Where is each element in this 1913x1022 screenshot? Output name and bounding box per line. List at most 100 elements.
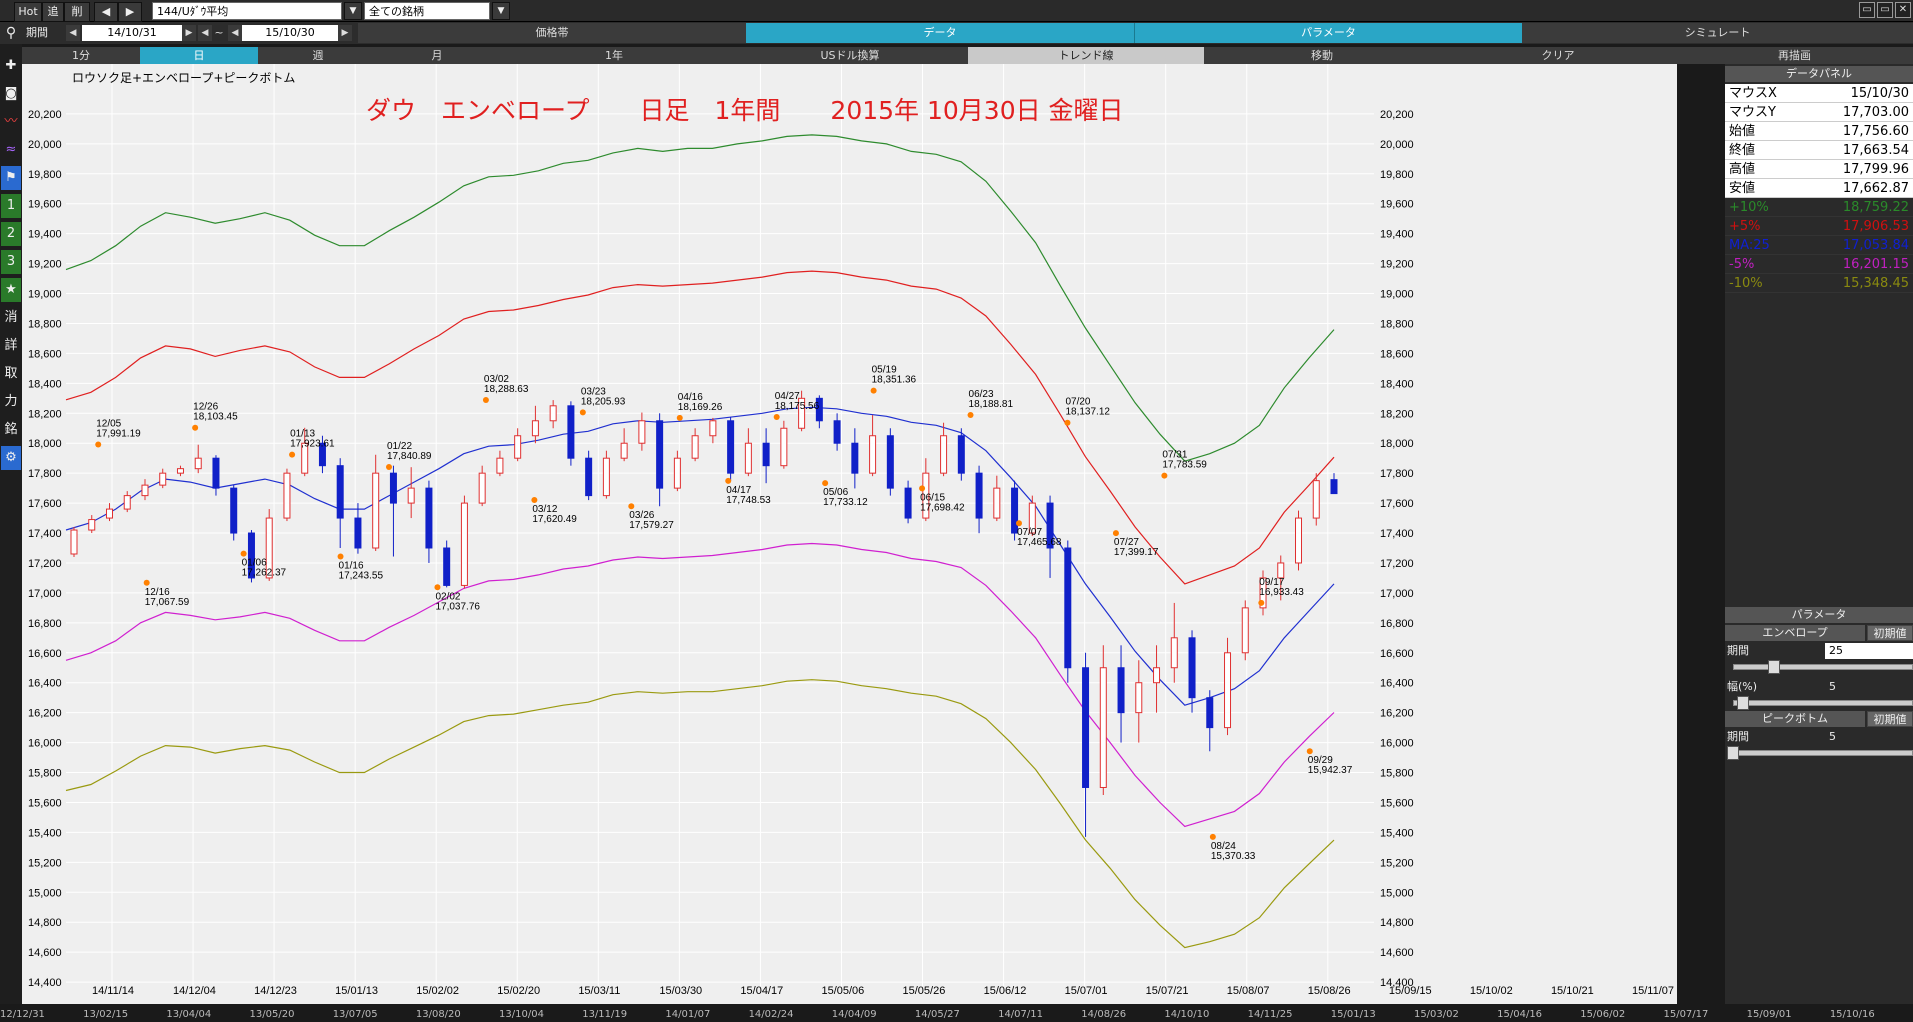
- hot-button[interactable]: Hot: [14, 2, 42, 22]
- data-panel-key: -10%: [1729, 276, 1763, 291]
- tab-simulate[interactable]: シミュレート: [1522, 23, 1913, 43]
- width-param-value[interactable]: 5: [1825, 679, 1913, 695]
- y-tick-label: 18,800: [28, 318, 62, 330]
- search-icon[interactable]: ⚲: [2, 24, 20, 42]
- candle-body: [159, 472, 167, 486]
- prev-date-icon[interactable]: ◀: [198, 25, 212, 41]
- timeline-date-label: 13/07/05: [332, 1009, 378, 1020]
- period-slider[interactable]: [1733, 664, 1913, 670]
- y-tick-label: 16,000: [1380, 738, 1414, 750]
- minimize-icon[interactable]: ▭: [1859, 2, 1875, 18]
- y-tick-label: 19,800: [1380, 169, 1414, 181]
- prev-date-icon[interactable]: ◀: [228, 25, 242, 41]
- delete-button[interactable]: 削: [64, 2, 90, 22]
- y-tick-label: 17,600: [28, 498, 62, 510]
- data-panel-key: MA:25: [1729, 238, 1770, 253]
- prev-date-icon[interactable]: ◀: [66, 25, 80, 41]
- crosshair-icon[interactable]: ✚: [1, 54, 21, 78]
- peak-value-label: 17,620.49: [532, 514, 577, 525]
- peak-marker: [531, 497, 538, 504]
- tab-1year[interactable]: 1年: [496, 47, 733, 64]
- next-date-icon[interactable]: ▶: [338, 25, 352, 41]
- trendline-button[interactable]: トレンド線: [968, 47, 1205, 64]
- trade-button[interactable]: 取: [1, 362, 21, 386]
- tab-daily[interactable]: 日: [140, 47, 259, 64]
- close-icon[interactable]: ✕: [1895, 2, 1911, 18]
- y-tick-label: 18,000: [1380, 438, 1414, 450]
- data-panel-value: 17,703.00: [1842, 105, 1909, 120]
- candle-body: [585, 457, 593, 497]
- peak-value-label: 18,137.12: [1065, 407, 1110, 418]
- candle-body: [1099, 667, 1107, 788]
- candle-body: [407, 487, 415, 504]
- peak-period-slider-handle[interactable]: [1727, 746, 1739, 760]
- peak-period-value[interactable]: 5: [1825, 729, 1913, 745]
- prev-arrow-icon[interactable]: ◀: [94, 2, 118, 22]
- reset-button[interactable]: 初期値: [1867, 711, 1913, 727]
- detail-button[interactable]: 詳: [1, 334, 21, 358]
- next-arrow-icon[interactable]: ▶: [118, 2, 142, 22]
- peak-value-label: 17,923.61: [290, 439, 335, 450]
- width-slider-handle[interactable]: [1737, 696, 1749, 710]
- line-chart-icon[interactable]: 〰: [1, 110, 21, 134]
- tab-data[interactable]: データ: [746, 23, 1134, 43]
- stock-button[interactable]: 銘: [1, 418, 21, 442]
- peak-marker: [386, 464, 392, 471]
- chart-indicator-header: ロウソク足+エンベロープ+ピークボトム: [72, 71, 296, 85]
- star-icon[interactable]: ★: [1, 278, 21, 302]
- date-from-field[interactable]: 14/10/31: [82, 25, 182, 41]
- candle-body: [1224, 652, 1232, 729]
- y-tick-label: 19,600: [28, 199, 62, 211]
- period-slider-handle[interactable]: [1768, 660, 1780, 674]
- timeline-date-label: 15/06/02: [1580, 1009, 1626, 1020]
- date-to-field[interactable]: 15/10/30: [242, 25, 338, 41]
- candle-body: [478, 472, 486, 504]
- peak-marker: [870, 387, 877, 394]
- candle-body: [691, 435, 699, 459]
- chevron-down-icon[interactable]: ▼: [492, 2, 510, 20]
- tab-parameter[interactable]: パラメータ: [1134, 23, 1522, 43]
- tab-1min[interactable]: 1分: [22, 47, 141, 64]
- candle-body: [1206, 697, 1214, 729]
- candle-body: [567, 405, 575, 459]
- wave-icon[interactable]: ≈: [1, 138, 21, 162]
- list-field[interactable]: 全ての銘柄: [364, 2, 490, 20]
- parameter-panel-title: パラメータ: [1725, 607, 1913, 623]
- peak-marker: [192, 424, 199, 431]
- peak-period-slider[interactable]: [1733, 750, 1913, 756]
- data-panel-value: 18,759.22: [1842, 200, 1909, 215]
- candle-body: [123, 495, 131, 510]
- tab-weekly[interactable]: 週: [258, 47, 379, 64]
- timeline-date-label: 14/05/27: [914, 1009, 960, 1020]
- move-button[interactable]: 移動: [1204, 47, 1441, 64]
- y-tick-label: 15,200: [28, 857, 62, 869]
- power-button[interactable]: 力: [1, 390, 21, 414]
- chart-area[interactable]: 14,20014,20014,40014,40014,60014,60014,8…: [22, 64, 1677, 1019]
- camera-icon[interactable]: ◙: [1, 82, 21, 106]
- width-slider[interactable]: [1733, 700, 1913, 706]
- add-button[interactable]: 追: [42, 2, 64, 22]
- reset-button[interactable]: 初期値: [1867, 625, 1913, 641]
- tab-monthly[interactable]: 月: [378, 47, 497, 64]
- candle-body: [514, 435, 522, 459]
- data-panel-value: 17,756.60: [1842, 124, 1909, 139]
- usd-convert-button[interactable]: USドル換算: [732, 47, 969, 64]
- maximize-icon[interactable]: ▭: [1877, 2, 1893, 18]
- preset-3-icon[interactable]: 3: [1, 250, 21, 274]
- chevron-down-icon[interactable]: ▼: [344, 2, 362, 20]
- next-date-icon[interactable]: ▶: [182, 25, 196, 41]
- redraw-button[interactable]: 再描画: [1676, 47, 1913, 64]
- tab-price-band[interactable]: 価格帯: [358, 23, 746, 43]
- symbol-field[interactable]: 144/Uﾀﾞｳ平均: [152, 2, 342, 20]
- clear-button[interactable]: クリア: [1440, 47, 1677, 64]
- data-panel-row: +5% 17,906.53: [1725, 217, 1913, 236]
- flag-icon[interactable]: ⚑: [1, 166, 21, 190]
- period-param-value[interactable]: 25: [1825, 643, 1913, 659]
- gear-icon[interactable]: ⚙: [1, 446, 21, 470]
- preset-1-icon[interactable]: 1: [1, 194, 21, 218]
- erase-button[interactable]: 消: [1, 306, 21, 330]
- preset-2-icon[interactable]: 2: [1, 222, 21, 246]
- candle-body: [727, 420, 735, 474]
- peak-value-label: 17,067.59: [145, 597, 190, 608]
- candlestick-chart[interactable]: 14,20014,20014,40014,40014,60014,60014,8…: [22, 64, 1677, 1019]
